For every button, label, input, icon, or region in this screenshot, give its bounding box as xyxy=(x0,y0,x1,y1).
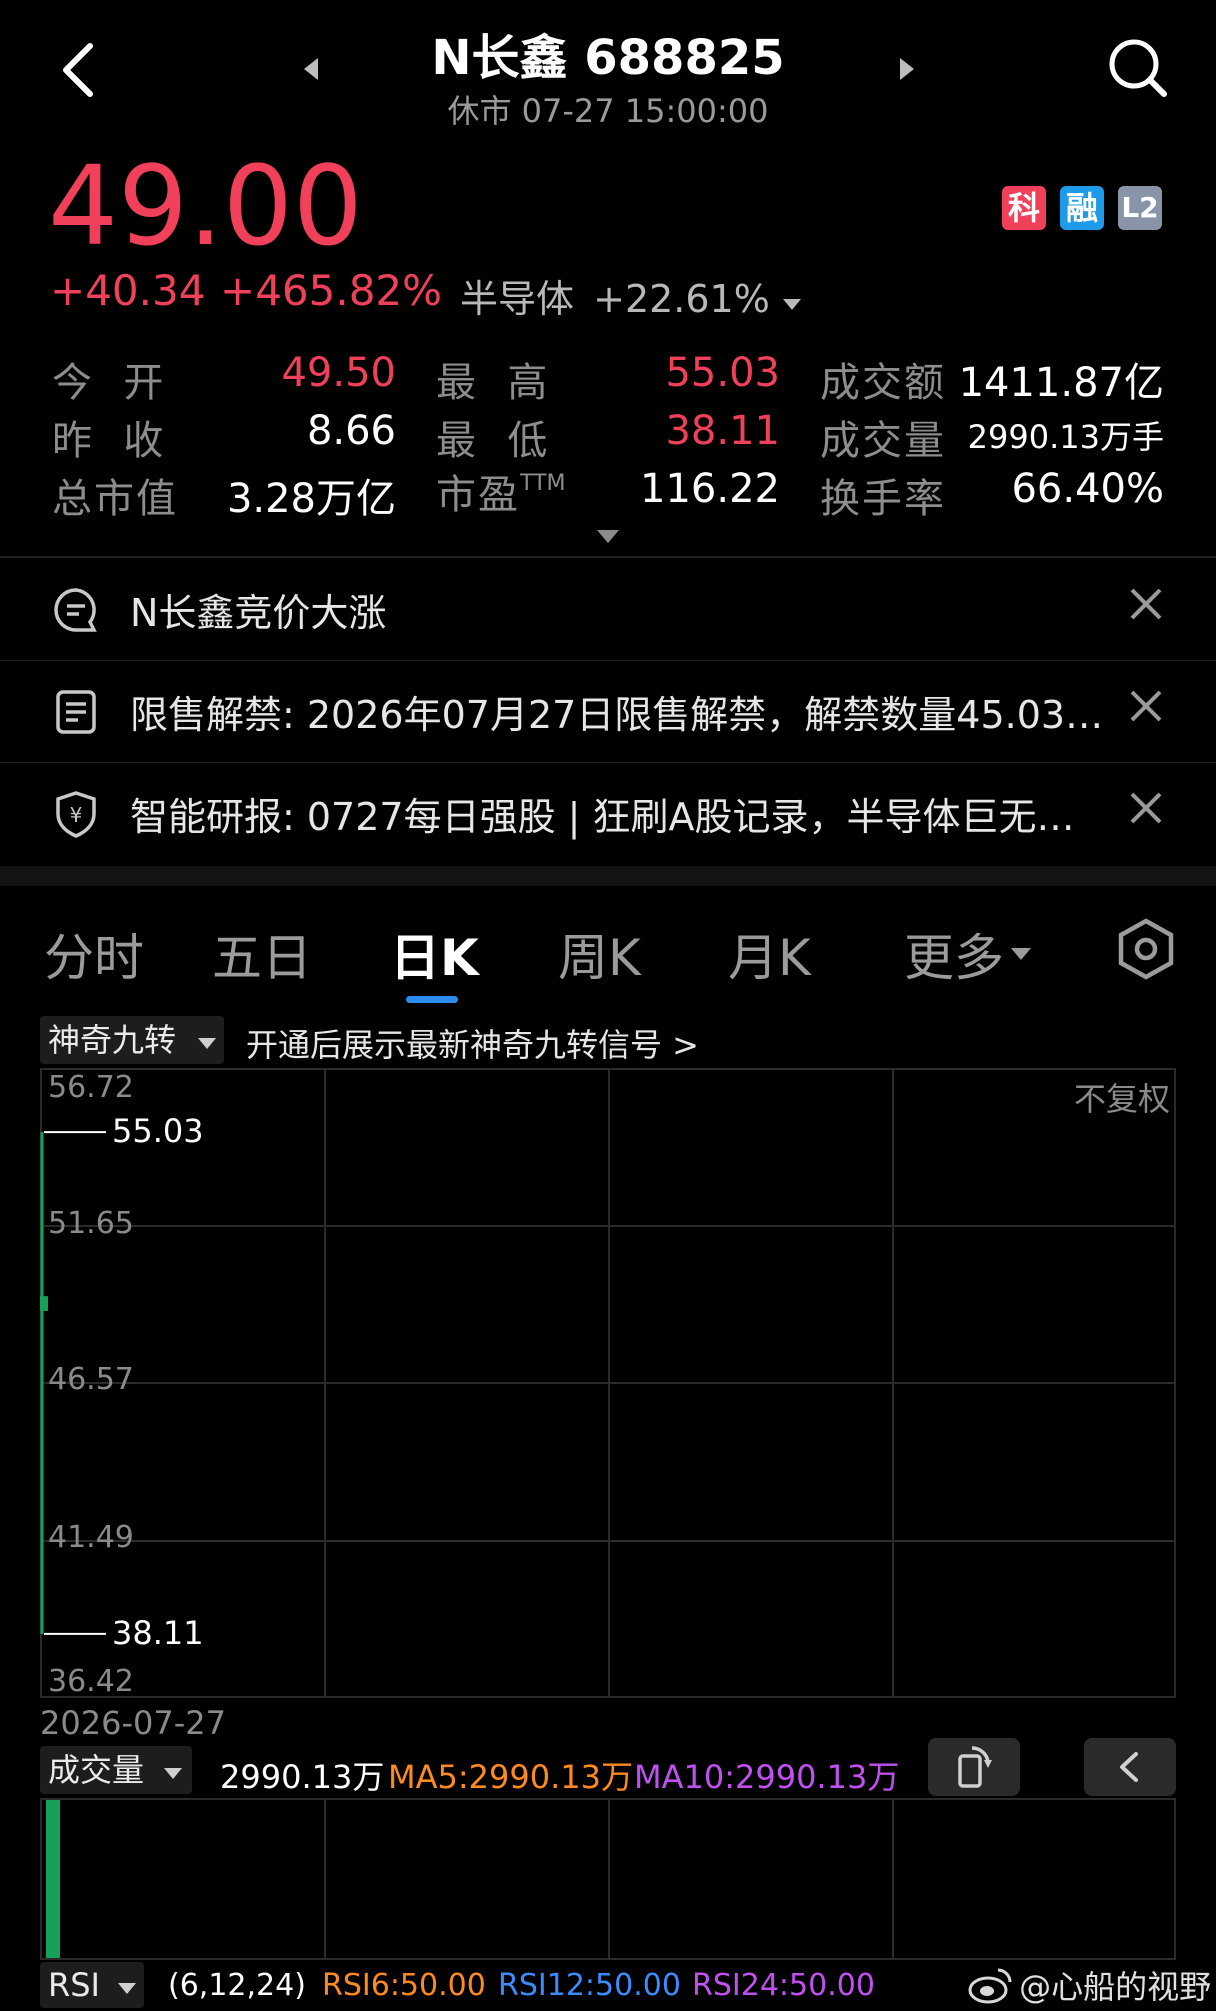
caret-right-icon xyxy=(900,58,914,80)
settings-hexagon-icon xyxy=(1118,918,1174,980)
high-label: 最 高 xyxy=(436,360,550,406)
prev-close-value: 8.66 xyxy=(306,408,396,454)
tab-more-label: 更多 xyxy=(904,929,1004,987)
chevron-left-icon xyxy=(1120,1752,1138,1782)
volume-chart[interactable] xyxy=(40,1798,1176,1960)
rsi-params: (6,12,24) xyxy=(168,1968,306,2003)
price-change-pct: +465.82% xyxy=(220,266,443,315)
kline-candles xyxy=(40,1131,106,1635)
low-label: 最 低 xyxy=(436,418,550,464)
shield-yen-icon: ¥ xyxy=(56,791,96,838)
chat-bubble-icon xyxy=(54,588,97,632)
close-icon[interactable] xyxy=(1126,686,1166,726)
market-cap-label: 总市值 xyxy=(52,476,178,522)
sector-link[interactable]: 半导体 +22.61% xyxy=(460,268,803,321)
prev-close-label: 昨 收 xyxy=(52,418,166,464)
tab-daily-k[interactable]: 日K xyxy=(390,918,479,990)
tab-intraday[interactable]: 分时 xyxy=(44,918,144,990)
l2-badge: L2 xyxy=(1118,186,1162,230)
pe-label-wrap: 市盈TTM xyxy=(436,462,565,520)
tab-monthly-k[interactable]: 月K xyxy=(728,918,811,990)
sector-name: 半导体 xyxy=(460,277,575,321)
notice-research[interactable]: ¥ 智能研报: 0727每日强股 | 狂刷A股记录，半导体巨无… xyxy=(0,764,1216,864)
document-icon xyxy=(56,690,96,734)
low-price-label: 38.11 xyxy=(112,1613,204,1652)
svg-text:¥: ¥ xyxy=(70,803,83,827)
next-stock-button[interactable] xyxy=(894,54,918,84)
caret-down-icon xyxy=(597,530,619,543)
volume-label: 成交量 xyxy=(820,418,946,464)
caret-down-icon xyxy=(1011,948,1032,960)
volume-dropdown[interactable]: 成交量 xyxy=(40,1746,192,1794)
high-value: 55.03 xyxy=(665,350,780,396)
turnover-value: 66.40% xyxy=(1011,466,1164,512)
pe-label: 市盈 xyxy=(436,472,520,518)
divider xyxy=(0,556,1216,558)
caret-down-icon xyxy=(118,1983,137,1994)
close-icon[interactable] xyxy=(1126,584,1166,624)
section-gap xyxy=(0,866,1216,886)
search-icon xyxy=(1109,39,1167,97)
turnover-label: 换手率 xyxy=(820,476,946,522)
caret-down-icon xyxy=(164,1768,183,1779)
search-button[interactable] xyxy=(1106,36,1170,100)
chart-settings-button[interactable] xyxy=(1116,918,1176,980)
volume-value: 2990.13万 xyxy=(220,1758,385,1796)
amount-label: 成交额 xyxy=(820,360,946,406)
weibo-logo-icon xyxy=(968,1968,1012,2004)
rsi12-value: RSI12:50.00 xyxy=(498,1968,681,2003)
expand-stats-button[interactable] xyxy=(594,526,622,546)
candle-body xyxy=(40,1296,48,1311)
indicator-promo-link[interactable]: 开通后展示最新神奇九转信号 > xyxy=(246,1020,699,1066)
rsi-dropdown[interactable]: RSI xyxy=(40,1962,144,2008)
open-value: 49.50 xyxy=(281,350,396,396)
volume-value: 2990.13万手 xyxy=(967,418,1164,456)
pe-value: 116.22 xyxy=(640,466,780,512)
sector-change: +22.61% xyxy=(593,277,770,321)
rotate-screen-icon xyxy=(958,1746,992,1788)
watermark: @心船的视野 xyxy=(968,1962,1211,2008)
tab-five-day[interactable]: 五日 xyxy=(212,918,312,990)
collapse-panel-button[interactable] xyxy=(1084,1738,1176,1796)
caret-down-icon xyxy=(198,1038,217,1049)
notice-text: 智能研报: 0727每日强股 | 狂刷A股记录，半导体巨无… xyxy=(130,795,1075,839)
star-market-badge: 科 xyxy=(1002,186,1046,230)
stock-title: N长鑫 688825 xyxy=(431,30,785,86)
grid-line xyxy=(324,1800,326,1958)
indicator-dropdown[interactable]: 神奇九转 xyxy=(40,1016,224,1064)
notice-text: 限售解禁: 2026年07月27日限售解禁，解禁数量45.03… xyxy=(130,693,1104,737)
pe-ttm-sup: TTM xyxy=(520,471,566,496)
rsi-dropdown-label: RSI xyxy=(48,1966,100,2004)
high-price-label: 55.03 xyxy=(112,1112,204,1151)
volume-bar xyxy=(46,1800,60,1958)
close-icon[interactable] xyxy=(1126,788,1166,828)
grid-line xyxy=(892,1800,894,1958)
tab-more[interactable]: 更多 xyxy=(904,918,1033,990)
amount-value: 1411.87亿 xyxy=(958,360,1164,406)
date-label: 2026-07-27 xyxy=(40,1704,226,1742)
price-change: +40.34 xyxy=(50,266,206,315)
volume-ma10: MA10:2990.13万 xyxy=(634,1758,900,1796)
notice-text: N长鑫竞价大涨 xyxy=(130,591,387,635)
caret-down-icon xyxy=(782,299,801,310)
rotate-button[interactable] xyxy=(928,1738,1020,1796)
open-label: 今 开 xyxy=(52,360,166,406)
watermark-text: @心船的视野 xyxy=(1019,1968,1212,2006)
rsi6-value: RSI6:50.00 xyxy=(322,1968,486,2003)
notice-news[interactable]: N长鑫竞价大涨 xyxy=(0,560,1216,661)
indicator-dropdown-label: 神奇九转 xyxy=(48,1021,177,1059)
active-tab-indicator xyxy=(406,996,458,1003)
low-value: 38.11 xyxy=(665,408,780,454)
current-price: 49.00 xyxy=(48,142,363,270)
market-status: 休市 07-27 15:00:00 xyxy=(447,92,769,130)
rsi24-value: RSI24:50.00 xyxy=(692,1968,875,2003)
tab-weekly-k[interactable]: 周K xyxy=(558,918,641,990)
volume-dropdown-label: 成交量 xyxy=(48,1751,145,1789)
notice-lockup[interactable]: 限售解禁: 2026年07月27日限售解禁，解禁数量45.03… xyxy=(0,662,1216,763)
margin-badge: 融 xyxy=(1060,186,1104,230)
grid-line xyxy=(608,1800,610,1958)
market-cap-value: 3.28万亿 xyxy=(226,476,396,522)
volume-ma5: MA5:2990.13万 xyxy=(388,1758,633,1796)
